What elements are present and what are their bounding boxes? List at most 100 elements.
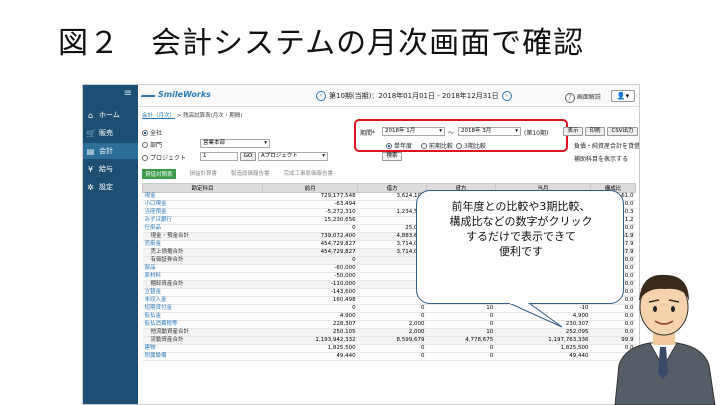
user-menu-button[interactable]: 👤▾: [611, 90, 635, 102]
logo-mark: [140, 91, 158, 97]
amount-cell: -5,272,310: [262, 208, 358, 217]
top-bar: SmileWorks ‹ 第10期(当期)：2018年01月01日 - 2018…: [138, 85, 639, 107]
question-icon: ?: [565, 93, 575, 103]
sidebar-item-payroll[interactable]: ¥ 給与: [86, 164, 113, 174]
amount-cell: 8,599,679: [357, 336, 427, 345]
account-name-cell[interactable]: 仕掛品: [142, 224, 263, 233]
gear-icon: ✲: [87, 182, 94, 192]
display-button[interactable]: 表示: [563, 127, 583, 136]
cart-icon: 🛒: [86, 128, 96, 138]
account-name-cell[interactable]: 原材料: [142, 272, 263, 281]
account-name-cell[interactable]: 仮払消費税等: [142, 320, 263, 329]
table-row[interactable]: 建物 1,825,500 0 0 1,825,500 0.0: [142, 344, 636, 353]
sidebar-item-label: 会計: [99, 147, 113, 155]
amount-cell: -63,494: [262, 200, 358, 209]
tab-construction-cost[interactable]: 完成工事原価報告書: [284, 169, 334, 179]
tab-balance-sheet[interactable]: 貸借対照表: [142, 169, 176, 179]
amount-cell: 15,230,656: [262, 216, 358, 225]
search-button[interactable]: 検索: [382, 152, 402, 161]
radio-label: プロジェクト: [150, 155, 187, 162]
hamburger-menu-icon[interactable]: ≡: [124, 88, 132, 99]
table-row[interactable]: 附属設備49,4400049,4400.0: [142, 352, 636, 361]
radio-department[interactable]: 部門: [142, 140, 162, 149]
sidebar-item-accounting[interactable]: ▤ 会計: [83, 143, 138, 159]
callout-line: するだけで表示できて: [466, 230, 576, 243]
project-code-input[interactable]: 1: [200, 152, 238, 161]
tab-income-statement[interactable]: 損益計算書: [190, 169, 218, 179]
account-name-cell[interactable]: 立替金: [142, 288, 263, 297]
amount-cell: 0: [262, 256, 358, 265]
amount-cell: 10: [426, 328, 496, 337]
amount-cell: 739,072,400: [262, 232, 358, 241]
account-name-cell[interactable]: 現金: [142, 192, 263, 201]
sidebar-item-label: 販売: [99, 129, 113, 137]
amount-cell: 160,498: [262, 296, 358, 305]
account-name-cell[interactable]: 仮払金: [142, 312, 263, 321]
select-value: 営業本部: [203, 140, 226, 146]
project-select[interactable]: Aプロジェクト ▾: [258, 152, 328, 161]
account-name-cell[interactable]: 売掛金: [142, 240, 263, 249]
tab-manufacturing-cost[interactable]: 製造原価報告書: [231, 169, 270, 179]
amount-cell: -60,000: [262, 264, 358, 273]
highlight-box: [354, 119, 568, 152]
account-name-cell[interactable]: 短期貸付金: [142, 304, 263, 313]
radio-label: 全社: [150, 130, 163, 137]
amount-cell: 0: [357, 312, 427, 321]
help-label: 画面解説: [576, 94, 601, 101]
table-row[interactable]: 流動資産合計 1,193,942,332 8,599,679 4,778,675 1,1…: [142, 336, 636, 345]
column-header: 前月: [261, 183, 359, 193]
radio-dot: [142, 141, 148, 148]
amount-cell: 10: [426, 304, 496, 313]
department-select[interactable]: 営業本部 ▾: [200, 139, 270, 148]
print-button[interactable]: 印刷: [585, 127, 605, 136]
account-name-cell[interactable]: 小口現金: [142, 200, 263, 209]
account-name-cell[interactable]: 当座預金: [142, 208, 263, 217]
offset-liabilities-checkbox[interactable]: 負債・純資産合計を貸借相殺する: [574, 141, 639, 150]
amount-cell: 0: [357, 304, 427, 313]
home-icon: ⌂: [87, 110, 94, 120]
sidebar-item-settings[interactable]: ✲ 設定: [86, 182, 113, 192]
amount-cell: 0: [357, 296, 427, 305]
sidebar-item-sales[interactable]: 🛒 販売: [86, 128, 113, 138]
speech-bubble: 前年度との比較や3期比較、 構成比などの数字がクリック するだけで表示できて 便…: [416, 190, 625, 328]
account-name-cell[interactable]: 附属設備: [142, 352, 263, 361]
amount-cell: 0: [262, 224, 358, 233]
radio-dot: [142, 154, 148, 161]
sidebar-item-home[interactable]: ⌂ ホーム: [86, 110, 120, 120]
businessman-illustration: [614, 274, 716, 405]
amount-cell: 1,825,500: [262, 344, 358, 353]
account-name-cell[interactable]: 製品: [142, 264, 263, 273]
account-name-cell[interactable]: 建物: [142, 344, 263, 353]
callout-text: 前年度との比較や3期比較、 構成比などの数字がクリック するだけで表示できて 便…: [417, 199, 625, 259]
callout-line: 構成比などの数字がクリック: [449, 215, 593, 228]
callout-line: 便利です: [499, 245, 543, 258]
csv-export-button[interactable]: CSV出力: [607, 127, 638, 136]
logo-text: SmileWorks: [158, 90, 211, 99]
account-name-cell: 流動資産合計: [142, 336, 263, 345]
breadcrumb-link[interactable]: 会計（月次）: [142, 113, 175, 119]
help-link[interactable]: ? 画面解説: [565, 92, 601, 103]
account-name-cell: 棚卸資産合計: [142, 280, 263, 289]
amount-cell: -110,000: [262, 280, 358, 289]
ledger-icon: ▤: [86, 146, 95, 156]
amount-cell: 49,440: [262, 352, 358, 361]
amount-cell: 250,105: [262, 328, 358, 337]
amount-cell: 4,778,675: [426, 336, 496, 345]
go-button[interactable]: GO: [240, 152, 256, 161]
show-sub-accounts-checkbox[interactable]: 補助科目を表示する: [574, 154, 628, 163]
amount-cell: 0: [357, 344, 427, 353]
account-name-cell[interactable]: 未収入金: [142, 296, 263, 305]
fiscal-period-nav: ‹ 第10期(当期)：2018年01月01日 - 2018年12月31日 ›: [316, 91, 512, 101]
column-header: 勘定科目: [142, 183, 263, 193]
next-period-button[interactable]: ›: [501, 91, 512, 101]
sidebar-item-label: 給与: [99, 165, 113, 173]
report-tabs: 貸借対照表 損益計算書 製造原価報告書 完成工事原価報告書: [142, 169, 333, 179]
amount-cell: 4,900: [262, 312, 358, 321]
amount-cell: 729,177,548: [262, 192, 358, 201]
radio-all-company[interactable]: 全社: [142, 128, 162, 137]
prev-period-button[interactable]: ‹: [316, 91, 326, 101]
radio-project[interactable]: プロジェクト: [142, 153, 186, 162]
fiscal-period-text: 第10期(当期)：2018年01月01日 - 2018年12月31日: [329, 92, 499, 100]
account-name-cell[interactable]: みずほ銀行: [142, 216, 263, 225]
sidebar-item-label: ホーム: [99, 111, 120, 119]
